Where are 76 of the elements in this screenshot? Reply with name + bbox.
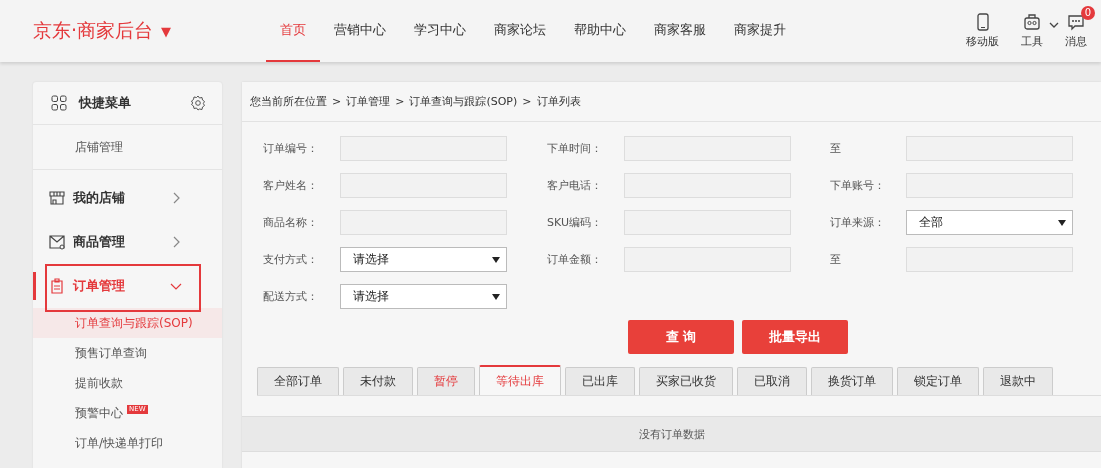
- input-field[interactable]: [340, 173, 507, 198]
- field-label: 订单金额：: [547, 253, 602, 266]
- caret-icon[interactable]: ▼: [161, 23, 172, 39]
- breadcrumb-separator: >: [332, 95, 342, 108]
- action-button[interactable]: 批量导出: [742, 320, 848, 354]
- count-badge: 0: [1080, 6, 1095, 20]
- breadcrumb-separator: >: [522, 95, 532, 108]
- field-label: 至: [830, 142, 841, 155]
- field-label: 配送方式：: [263, 290, 318, 303]
- settings-icon[interactable]: [190, 95, 206, 111]
- nav-link[interactable]: 帮助中心: [560, 0, 640, 62]
- order-tab[interactable]: 已取消: [737, 367, 807, 395]
- field-label: 商品名称：: [263, 216, 318, 229]
- nav-link[interactable]: 商家客服: [640, 0, 720, 62]
- field-label: 客户电话：: [547, 179, 602, 192]
- nav-link[interactable]: 首页: [266, 0, 320, 62]
- dropdown-arrow-icon: [1058, 219, 1066, 226]
- action-button[interactable]: 查 询: [628, 320, 734, 354]
- breadcrumb-item[interactable]: 订单查询与跟踪(SOP): [409, 94, 518, 109]
- field-label: 订单来源：: [830, 216, 885, 229]
- sidebar-item[interactable]: 店铺管理: [33, 125, 222, 170]
- nav-link[interactable]: 商家论坛: [480, 0, 560, 62]
- breadcrumb-separator: >: [395, 95, 405, 108]
- toolbar-button[interactable]: 工具: [1017, 0, 1047, 62]
- breadcrumb-item[interactable]: 订单管理: [346, 94, 391, 109]
- order-tab[interactable]: 等待出库: [479, 365, 561, 395]
- input-field[interactable]: [906, 173, 1073, 198]
- nav-link[interactable]: 营销中心: [320, 0, 400, 62]
- order-tab[interactable]: 锁定订单: [897, 367, 979, 395]
- input-field[interactable]: [624, 136, 791, 161]
- field-label: 客户姓名：: [263, 179, 318, 192]
- field-label: 下单账号：: [830, 179, 885, 192]
- input-field[interactable]: [906, 247, 1073, 272]
- quick-menu-title: 快捷菜单: [79, 94, 131, 112]
- order-tab[interactable]: 换货订单: [811, 367, 893, 395]
- field-label: 下单时间：: [547, 142, 602, 155]
- breadcrumb-item: 订单列表: [536, 94, 581, 109]
- grid-icon: [51, 95, 67, 111]
- sidebar-subitem[interactable]: 订单查询与跟踪(SOP): [33, 308, 222, 338]
- message-icon: [1067, 13, 1085, 31]
- dropdown-field[interactable]: 全部: [906, 210, 1073, 235]
- nav-link[interactable]: 商家提升: [720, 0, 800, 62]
- sidebar-section[interactable]: 订单管理: [73, 277, 125, 295]
- input-field[interactable]: [340, 210, 507, 235]
- clipboard-icon: [49, 278, 65, 294]
- shop-icon: [49, 190, 65, 206]
- empty-message: 没有订单数据: [638, 426, 705, 442]
- sidebar-subitem[interactable]: 预售订单查询: [33, 338, 222, 368]
- dropdown-arrow-icon: [492, 256, 500, 263]
- dropdown-arrow-icon: [492, 293, 500, 300]
- order-tab[interactable]: 买家已收货: [639, 367, 733, 395]
- order-tab[interactable]: 全部订单: [257, 367, 339, 395]
- toolbox-icon: [1023, 13, 1041, 31]
- nav-link[interactable]: 学习中心: [400, 0, 480, 62]
- sidebar-subitem[interactable]: 提前收款: [33, 368, 222, 398]
- sidebar-subitem[interactable]: 订单/快递单打印: [33, 428, 222, 458]
- dropdown-field[interactable]: 请选择: [340, 247, 507, 272]
- order-tab[interactable]: 暂停: [417, 367, 475, 395]
- order-tab[interactable]: 退款中: [983, 367, 1053, 395]
- breadcrumb-item: 您当前所在位置: [250, 94, 327, 109]
- input-field[interactable]: [340, 136, 507, 161]
- input-field[interactable]: [624, 210, 791, 235]
- sidebar-section[interactable]: 我的店铺: [73, 189, 125, 207]
- field-label: SKU编码：: [547, 216, 602, 229]
- logo-text: 京东·商家后台: [33, 18, 154, 43]
- field-label: 订单编号：: [263, 142, 318, 155]
- input-field[interactable]: [624, 247, 791, 272]
- sidebar-section[interactable]: 商品管理: [73, 233, 125, 251]
- input-field[interactable]: [624, 173, 791, 198]
- order-tab[interactable]: 未付款: [343, 367, 413, 395]
- input-field[interactable]: [906, 136, 1073, 161]
- field-label: 支付方式：: [263, 253, 318, 266]
- toolbar-button[interactable]: 移动版: [962, 0, 1003, 62]
- field-label: 至: [830, 253, 841, 266]
- dropdown-field[interactable]: 请选择: [340, 284, 507, 309]
- order-tab[interactable]: 已出库: [565, 367, 635, 395]
